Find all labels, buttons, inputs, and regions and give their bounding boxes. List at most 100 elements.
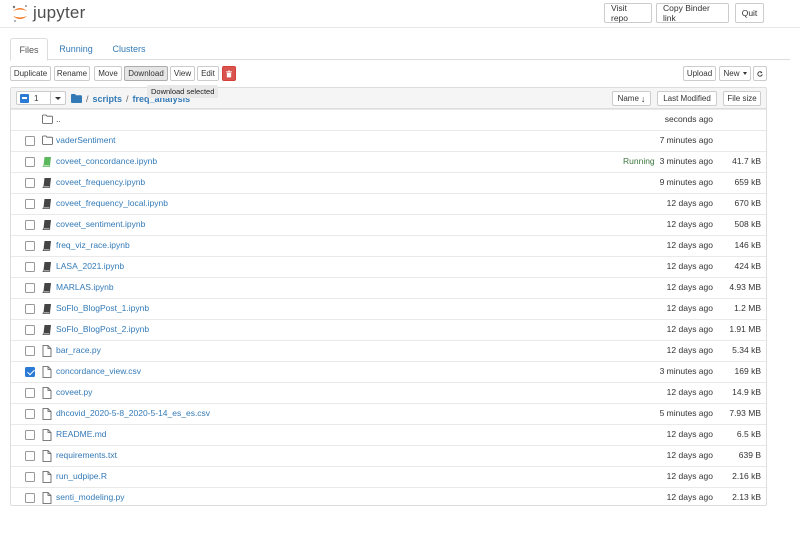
folder-icon[interactable] — [71, 94, 82, 103]
row-checkbox[interactable] — [25, 136, 35, 146]
upload-button[interactable]: Upload — [683, 66, 716, 81]
file-row[interactable]: coveet.py 12 days ago 14.9 kB — [11, 382, 766, 403]
copy-binder-link-button[interactable]: Copy Binder link — [656, 3, 729, 23]
quit-button[interactable]: Quit — [735, 3, 764, 23]
breadcrumb-scripts[interactable]: scripts — [93, 94, 123, 104]
file-name-link[interactable]: requirements.txt — [56, 450, 117, 460]
move-button[interactable]: Move — [94, 66, 122, 81]
file-size: 1.2 MB — [734, 303, 761, 313]
file-name-link[interactable]: dhcovid_2020-5-8_2020-5-14_es_es.csv — [56, 408, 210, 418]
file-row[interactable]: coveet_sentiment.ipynb 12 days ago 508 kB — [11, 214, 766, 235]
file-row[interactable]: requirements.txt 12 days ago 639 B — [11, 445, 766, 466]
file-row[interactable]: MARLAS.ipynb 12 days ago 4.93 MB — [11, 277, 766, 298]
sort-last-modified-button[interactable]: Last Modified — [657, 91, 717, 106]
download-button[interactable]: Download — [124, 66, 168, 81]
row-checkbox[interactable] — [25, 325, 35, 335]
file-row[interactable]: coveet_frequency_local.ipynb 12 days ago 6… — [11, 193, 766, 214]
file-name-link[interactable]: run_udpipe.R — [56, 471, 107, 481]
file-size: 424 kB — [734, 261, 761, 271]
file-size: 7.93 MB — [729, 408, 761, 418]
edit-button[interactable]: Edit — [197, 66, 219, 81]
file-size: 508 kB — [734, 219, 761, 229]
file-row[interactable]: concordance_view.csv 3 minutes ago 169 kB — [11, 361, 766, 382]
file-name-link[interactable]: vaderSentiment — [56, 135, 116, 145]
row-checkbox[interactable] — [25, 199, 35, 209]
file-name-link[interactable]: bar_race.py — [56, 345, 101, 355]
file-row[interactable]: README.md 12 days ago 6.5 kB — [11, 424, 766, 445]
duplicate-button[interactable]: Duplicate — [10, 66, 51, 81]
row-checkbox[interactable] — [25, 388, 35, 398]
file-row[interactable]: dhcovid_2020-5-8_2020-5-14_es_es.csv 5 mi… — [11, 403, 766, 424]
last-modified: 12 days ago — [666, 345, 713, 355]
file-row[interactable]: SoFlo_BlogPost_1.ipynb 12 days ago 1.2 MB — [11, 298, 766, 319]
file-row[interactable]: SoFlo_BlogPost_2.ipynb 12 days ago 1.91 MB — [11, 319, 766, 340]
row-checkbox[interactable] — [25, 409, 35, 419]
row-checkbox[interactable] — [25, 262, 35, 272]
file-size: 639 B — [738, 450, 761, 460]
last-modified: 12 days ago — [666, 471, 713, 481]
jupyter-logo[interactable]: jupyter — [10, 2, 85, 24]
tab-files[interactable]: Files — [10, 38, 48, 61]
header-bar: jupyter Visit repo Copy Binder link Quit — [0, 0, 800, 28]
file-name-link[interactable]: coveet_sentiment.ipynb — [56, 219, 145, 229]
last-modified: seconds ago — [664, 114, 713, 124]
row-checkbox[interactable] — [25, 451, 35, 461]
file-list-header: 1 / scripts / freq_analysis Name ↓ Last … — [11, 88, 766, 109]
file-name-link[interactable]: senti_modeling.py — [56, 492, 125, 502]
file-name-link[interactable]: LASA_2021.ipynb — [56, 261, 124, 271]
file-row[interactable]: coveet_concordance.ipynb Running 3 minutes… — [11, 151, 766, 172]
last-modified: 12 days ago — [666, 429, 713, 439]
row-checkbox[interactable] — [25, 220, 35, 230]
file-row[interactable]: senti_modeling.py 12 days ago 2.13 kB — [11, 487, 766, 508]
row-checkbox[interactable] — [25, 283, 35, 293]
file-size: 1.91 MB — [729, 324, 761, 334]
sort-file-size-button[interactable]: File size — [723, 91, 761, 106]
file-size: 670 kB — [734, 198, 761, 208]
file-size: 169 kB — [734, 366, 761, 376]
file-name-link[interactable]: coveet_frequency_local.ipynb — [56, 198, 168, 208]
new-dropdown-button[interactable]: New — [719, 66, 751, 81]
file-name-link[interactable]: README.md — [56, 429, 107, 439]
row-checkbox[interactable] — [25, 346, 35, 356]
row-checkbox[interactable] — [25, 304, 35, 314]
file-name-link[interactable]: coveet_concordance.ipynb — [56, 156, 157, 166]
file-name-link[interactable]: coveet_frequency.ipynb — [56, 177, 145, 187]
file-row[interactable]: LASA_2021.ipynb 12 days ago 424 kB — [11, 256, 766, 277]
file-name-link[interactable]: coveet.py — [56, 387, 92, 397]
row-checkbox[interactable] — [25, 367, 35, 377]
file-row[interactable]: vaderSentiment 7 minutes ago — [11, 130, 766, 151]
sort-name-label: Name — [617, 94, 639, 103]
file-row[interactable]: coveet_frequency.ipynb 9 minutes ago 659 k… — [11, 172, 766, 193]
tab-running[interactable]: Running — [55, 38, 97, 60]
row-checkbox[interactable] — [25, 178, 35, 188]
delete-button[interactable] — [222, 66, 236, 81]
view-button[interactable]: View — [170, 66, 195, 81]
file-name-link[interactable]: .. — [56, 114, 61, 124]
row-checkbox[interactable] — [25, 157, 35, 167]
file-row[interactable]: run_udpipe.R 12 days ago 2.16 kB — [11, 466, 766, 487]
row-checkbox[interactable] — [25, 430, 35, 440]
row-checkbox[interactable] — [25, 472, 35, 482]
file-name-link[interactable]: SoFlo_BlogPost_1.ipynb — [56, 303, 149, 313]
row-checkbox[interactable] — [25, 241, 35, 251]
file-name-link[interactable]: concordance_view.csv — [56, 366, 141, 376]
last-modified: 12 days ago — [666, 303, 713, 313]
rename-button[interactable]: Rename — [54, 66, 90, 81]
file-name-link[interactable]: SoFlo_BlogPost_2.ipynb — [56, 324, 149, 334]
file-row[interactable]: .. seconds ago — [11, 109, 766, 130]
row-checkbox[interactable] — [25, 493, 35, 503]
last-modified: 12 days ago — [666, 492, 713, 502]
sort-name-button[interactable]: Name ↓ — [612, 91, 651, 106]
file-row[interactable]: freq_viz_race.ipynb 12 days ago 146 kB — [11, 235, 766, 256]
file-name-link[interactable]: MARLAS.ipynb — [56, 282, 114, 292]
last-modified: 12 days ago — [666, 324, 713, 334]
tab-clusters[interactable]: Clusters — [108, 38, 150, 60]
notebook-icon — [42, 219, 53, 231]
file-name-link[interactable]: freq_viz_race.ipynb — [56, 240, 130, 250]
select-all-checkbox[interactable] — [20, 93, 29, 103]
select-all-dropdown[interactable]: 1 — [16, 91, 66, 105]
notebook-icon — [42, 240, 53, 252]
visit-repo-button[interactable]: Visit repo — [604, 3, 652, 23]
file-row[interactable]: bar_race.py 12 days ago 5.34 kB — [11, 340, 766, 361]
refresh-button[interactable] — [753, 66, 767, 81]
